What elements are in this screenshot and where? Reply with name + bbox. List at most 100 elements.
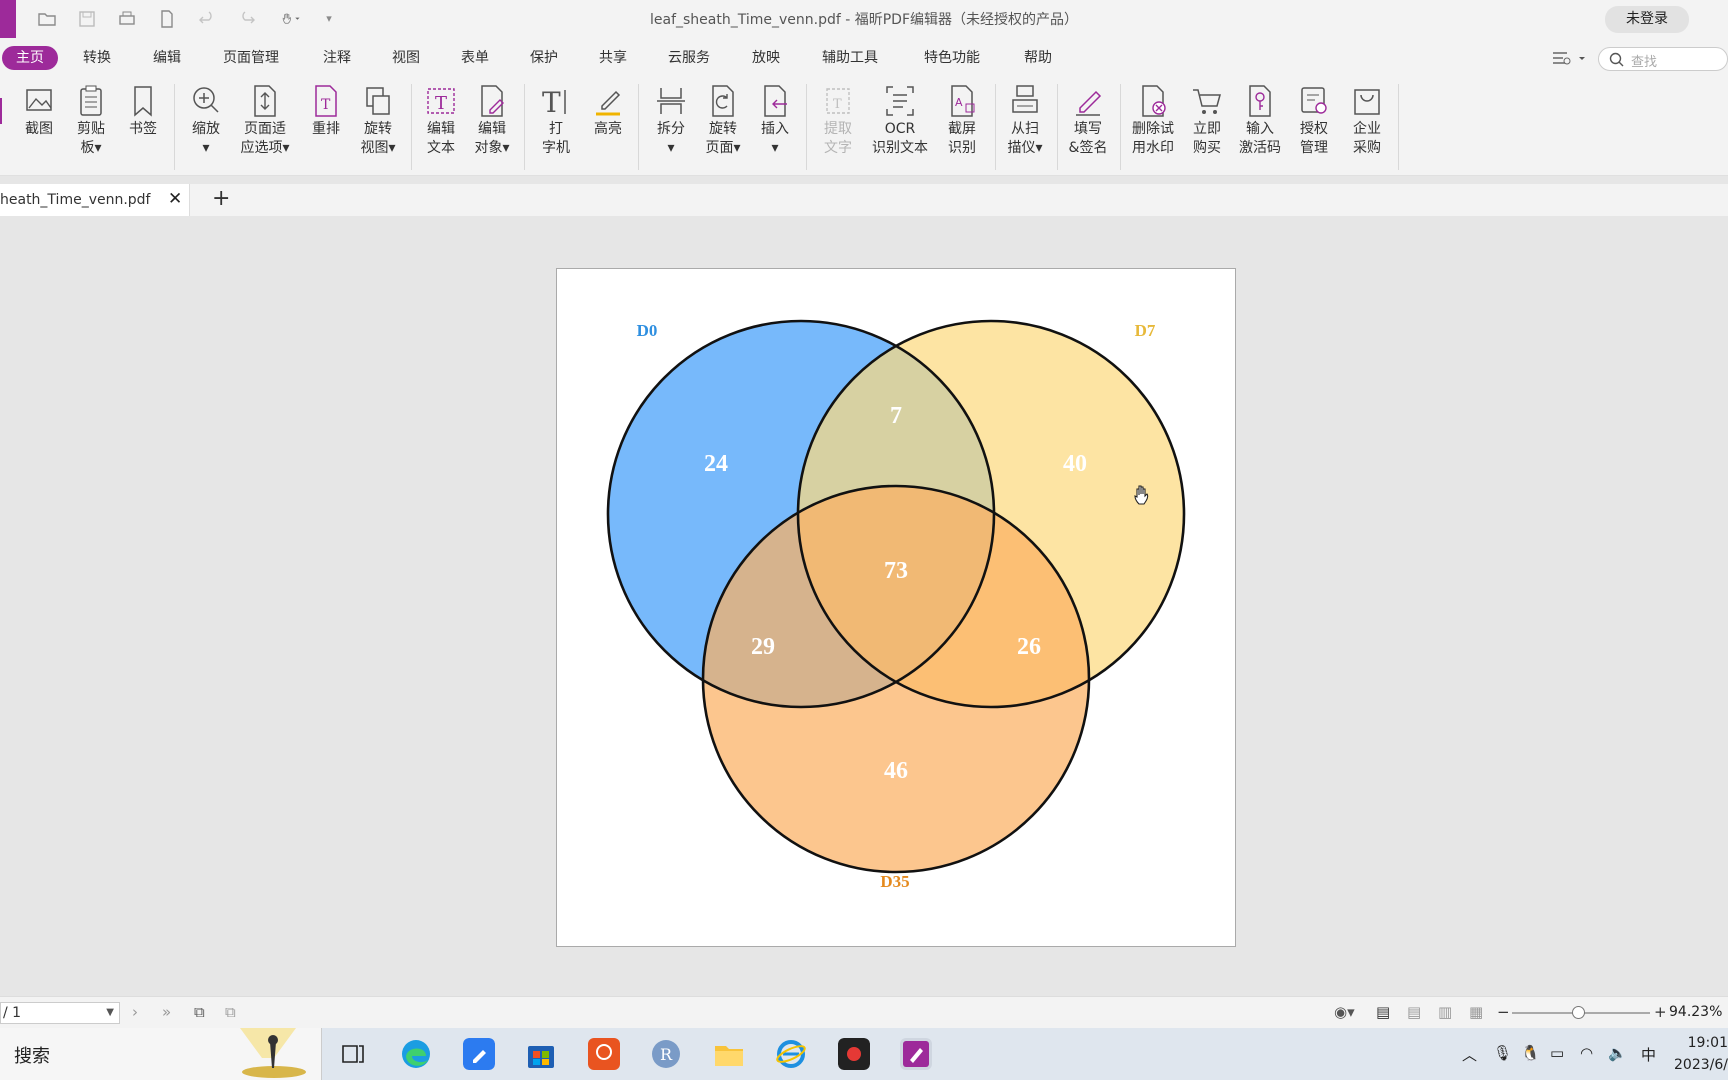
menu-comment[interactable]: 注释	[309, 46, 365, 70]
venn-region-d0-only: 24	[704, 451, 728, 477]
volume-icon[interactable]: 🔈	[1608, 1044, 1627, 1062]
read-mode-icon[interactable]: ◉▾	[1334, 1003, 1355, 1021]
menu-cloud[interactable]: 云服务	[654, 46, 724, 70]
venn-set-d35	[703, 486, 1089, 872]
menu-view[interactable]: 视图	[378, 46, 434, 70]
extract-text-icon: T	[822, 84, 854, 120]
screen-ocr-tool[interactable]: A 截屏 识别	[932, 84, 992, 158]
venn-set-label-d7: D7	[1135, 321, 1156, 340]
screenshot-tool[interactable]: 截图	[9, 84, 69, 139]
license-manage-tool[interactable]: 授权 管理	[1284, 84, 1344, 158]
hidden-tool-edge	[0, 98, 4, 124]
taskbar-search[interactable]: 搜索	[0, 1028, 322, 1080]
clipboard-tool[interactable]: 剪贴 板▾	[61, 84, 121, 158]
new-tab-icon[interactable]: +	[212, 186, 230, 211]
insert-tool[interactable]: 插入 ▾	[745, 84, 805, 158]
zoom-in-icon[interactable]: +	[1654, 1003, 1667, 1021]
venn-region-d7-d35: 26	[1017, 634, 1041, 660]
edit-object-tool[interactable]: 编辑 对象▾	[462, 84, 522, 158]
status-bar: / 1 ▼ › » ⧉ ⧉ ◉▾ ▤ ▤ ▥ ▦ − + 94.23%	[0, 996, 1728, 1028]
screenshot-icon	[23, 84, 55, 120]
menu-features[interactable]: 特色功能	[910, 46, 994, 70]
screen-icon[interactable]: ⧉	[225, 1003, 236, 1021]
zoom-out-icon[interactable]: −	[1497, 1003, 1510, 1021]
qq-icon[interactable]: 🐧	[1521, 1044, 1540, 1062]
zoom-slider-handle[interactable]	[1572, 1006, 1585, 1019]
bookmark-tool[interactable]: 书签	[113, 84, 173, 139]
cart-icon	[1191, 84, 1223, 120]
scanner-icon	[1009, 84, 1041, 120]
r-app-icon[interactable]: R	[650, 1038, 682, 1070]
ribbon-display-options-icon[interactable]	[1551, 50, 1589, 68]
document-tab[interactable]: heath_Time_venn.pdf ✕	[0, 184, 190, 216]
zoom-level[interactable]: 94.23%	[1669, 1004, 1722, 1020]
extract-text-tool[interactable]: T 提取 文字	[808, 84, 868, 158]
battery-icon[interactable]: ▭	[1550, 1044, 1564, 1062]
menu-share[interactable]: 共享	[585, 46, 641, 70]
remove-watermark-tool[interactable]: 删除试 用水印	[1122, 84, 1184, 158]
menu-convert[interactable]: 转换	[69, 46, 125, 70]
rotate-page-icon	[707, 84, 739, 120]
search-placeholder: 查找	[1631, 55, 1658, 70]
next-page-icon[interactable]: ›	[132, 1003, 138, 1021]
screen-recorder-icon[interactable]	[838, 1038, 870, 1070]
single-page-icon[interactable]: ▤	[1376, 1003, 1390, 1021]
menu-home[interactable]: 主页	[2, 46, 58, 70]
store-icon[interactable]	[525, 1038, 557, 1070]
venn-region-d0-d7: 7	[890, 403, 902, 429]
typewriter-tool[interactable]: T 打字机	[526, 84, 586, 158]
ubuntu-icon[interactable]	[588, 1038, 620, 1070]
last-page-icon[interactable]: »	[162, 1003, 171, 1021]
microphone-icon[interactable]: 🎙	[1493, 1044, 1512, 1062]
document-tab-label: heath_Time_venn.pdf	[0, 192, 151, 208]
enterprise-purchase-tool[interactable]: 企业 采购	[1337, 84, 1397, 158]
task-view-icon[interactable]	[337, 1038, 369, 1070]
buy-now-tool[interactable]: 立即 购买	[1177, 84, 1237, 158]
menu-help[interactable]: 帮助	[1010, 46, 1066, 70]
highlight-tool[interactable]: 高亮	[578, 84, 638, 139]
reflow-tool[interactable]: T 重排	[296, 84, 356, 139]
page-number-field[interactable]: / 1 ▼	[0, 1002, 120, 1024]
rotate-view-tool[interactable]: 旋转 视图▾	[348, 84, 408, 158]
foxit-pdf-icon[interactable]	[900, 1038, 932, 1070]
facing-page-icon[interactable]: ▥	[1438, 1003, 1452, 1021]
menu-protect[interactable]: 保护	[516, 46, 572, 70]
edit-object-icon	[476, 84, 508, 120]
tray-expand-icon[interactable]: ︿	[1462, 1044, 1477, 1065]
continuous-facing-icon[interactable]: ▦	[1469, 1003, 1483, 1021]
svg-text:R: R	[660, 1045, 673, 1064]
system-clock[interactable]: 19:01 2023/6/	[1670, 1032, 1728, 1076]
pdf-page[interactable]: D0 D7 D35 24 40 46 7 29 26 73	[556, 268, 1236, 947]
copy-page-icon[interactable]: ⧉	[194, 1003, 205, 1021]
page-number-text: / 1	[3, 1005, 22, 1021]
split-tool[interactable]: 拆分 ▾	[641, 84, 701, 158]
login-button[interactable]: 未登录	[1605, 6, 1689, 33]
svg-text:T: T	[542, 86, 561, 118]
split-icon	[655, 84, 687, 120]
notes-app-icon[interactable]	[463, 1038, 495, 1070]
ime-indicator[interactable]: 中	[1641, 1044, 1656, 1065]
internet-explorer-icon[interactable]	[775, 1038, 807, 1070]
menu-edit[interactable]: 编辑	[139, 46, 195, 70]
menu-form[interactable]: 表单	[447, 46, 503, 70]
menu-page-manage[interactable]: 页面管理	[209, 46, 293, 70]
search-icon	[1609, 52, 1624, 67]
ocr-tool[interactable]: OCR 识别文本	[866, 84, 934, 158]
continuous-page-icon[interactable]: ▤	[1407, 1003, 1421, 1021]
zoom-tool[interactable]: 缩放 ▾	[176, 84, 236, 158]
edge-browser-icon[interactable]	[400, 1038, 432, 1070]
search-input[interactable]: 查找	[1598, 47, 1728, 71]
wifi-icon[interactable]: ◠	[1580, 1044, 1593, 1062]
file-explorer-icon[interactable]	[713, 1038, 745, 1070]
typewriter-icon: T	[540, 84, 572, 120]
fill-sign-tool[interactable]: 填写 &签名	[1058, 84, 1118, 158]
menu-accessibility[interactable]: 辅助工具	[808, 46, 892, 70]
page-fit-tool[interactable]: 页面适 应选项▾	[235, 84, 295, 158]
venn-region-d7-only: 40	[1063, 451, 1087, 477]
menu-slideshow[interactable]: 放映	[738, 46, 794, 70]
close-tab-icon[interactable]: ✕	[168, 189, 182, 209]
rotate-page-tool[interactable]: 旋转 页面▾	[693, 84, 753, 158]
activation-code-tool[interactable]: 输入 激活码	[1230, 84, 1290, 158]
from-scanner-tool[interactable]: 从扫 描仪▾	[995, 84, 1055, 158]
chevron-down-icon[interactable]: ▼	[106, 1003, 114, 1023]
